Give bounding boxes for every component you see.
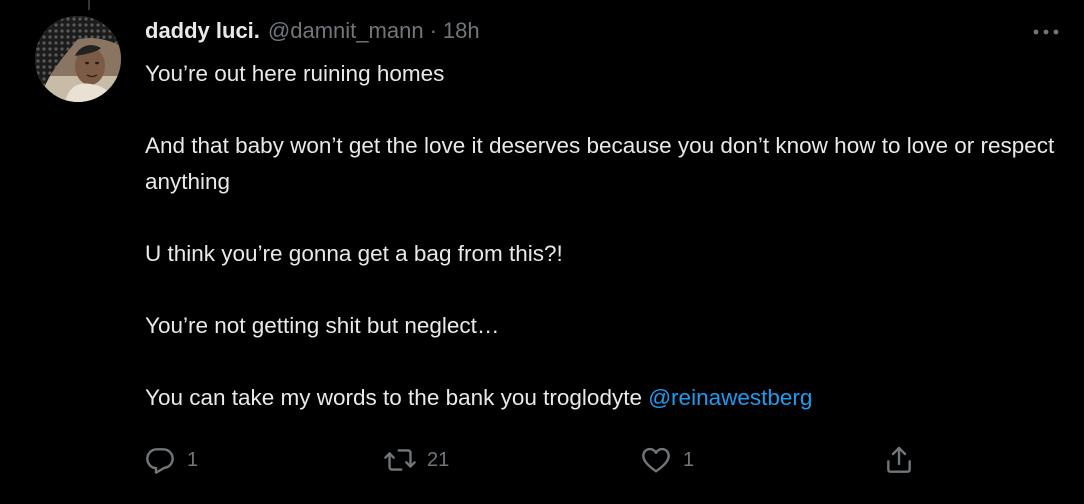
more-options-button[interactable] [1030,18,1062,46]
tweet-paragraph: U think you’re gonna get a bag from this… [145,241,563,266]
share-icon [882,443,916,477]
thread-connector-line [88,0,90,10]
tweet-paragraph-text: You can take my words to the bank you tr… [145,385,649,410]
retweet-button[interactable]: 21 [383,440,449,480]
user-handle[interactable]: @damnit_mann [268,18,424,44]
avatar[interactable] [35,16,121,102]
reply-count: 1 [187,448,199,471]
tweet-header: daddy luci. @damnit_mann · 18h [145,18,480,48]
retweet-icon [383,443,417,477]
reply-button[interactable]: 1 [143,440,198,480]
heart-icon [639,443,673,477]
more-horizontal-icon [1033,29,1059,35]
display-name[interactable]: daddy luci. [145,18,260,44]
tweet-paragraph-last: You can take my words to the bank you tr… [145,380,1055,416]
tweet-paragraph: And that baby won’t get the love it dese… [145,133,1055,194]
like-button[interactable]: 1 [639,440,694,480]
timestamp[interactable]: 18h [443,18,480,44]
retweet-count: 21 [427,448,450,471]
tweet-paragraph: You’re not getting shit but neglect… [145,313,500,338]
header-separator: · [429,18,437,43]
reply-icon [143,443,177,477]
mention-link[interactable]: @reinawestberg [648,385,812,410]
action-bar: 1 21 1 [0,440,1084,480]
tweet-text: You’re out here ruining homes And that b… [145,56,1055,416]
avatar-image [35,16,121,102]
share-button[interactable] [882,440,916,480]
like-count: 1 [683,448,695,471]
tweet-paragraph: You’re out here ruining homes [145,61,445,86]
